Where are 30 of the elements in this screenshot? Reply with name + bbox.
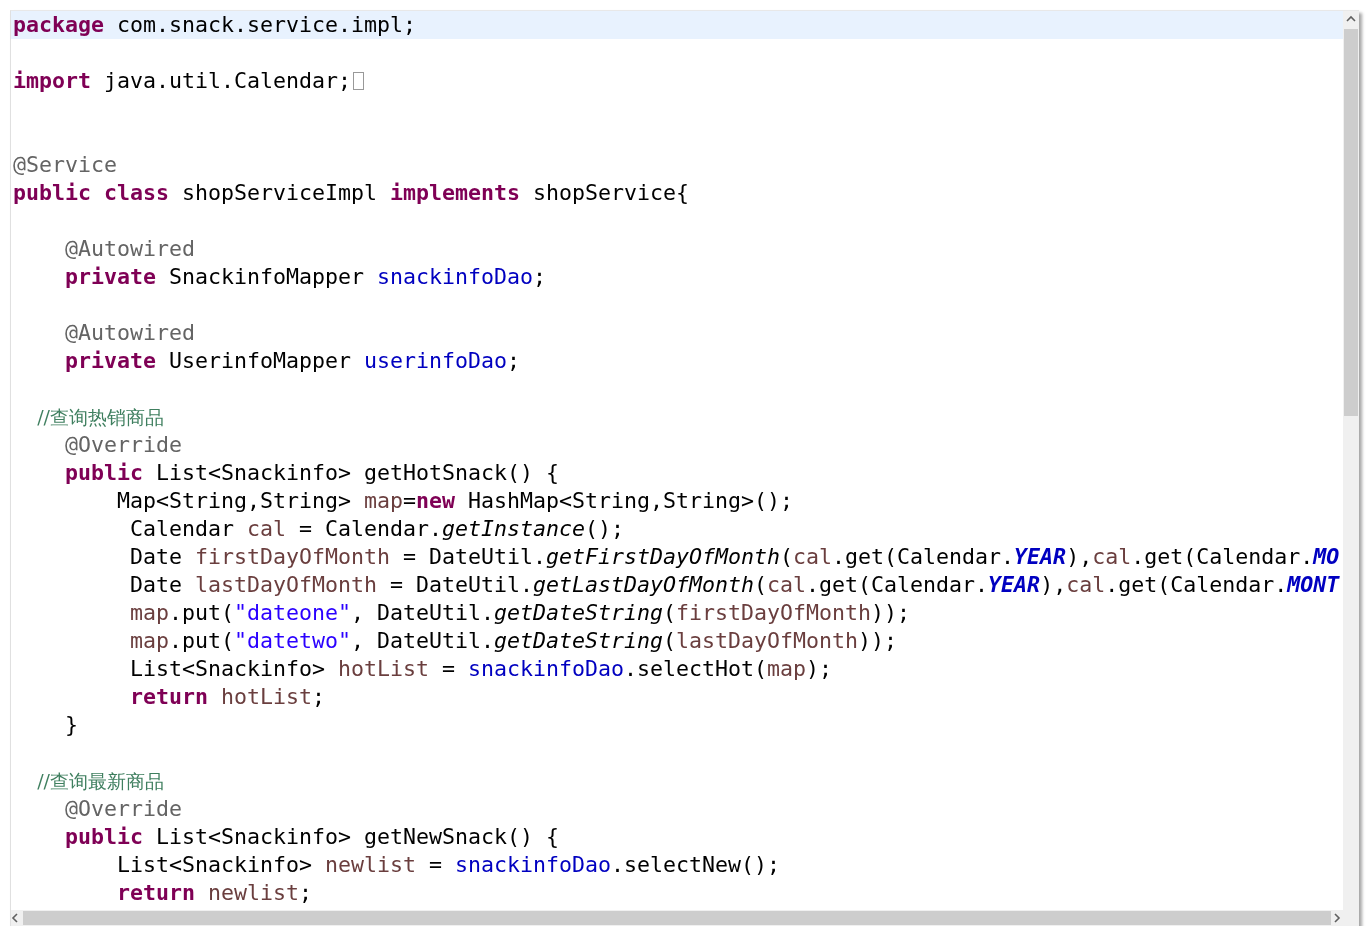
code-line: public List<Snackinfo> getHotSnack() { xyxy=(64,459,560,487)
scrollbar-thumb[interactable] xyxy=(1344,29,1358,416)
code-line: //查询最新商品 xyxy=(36,769,164,794)
code-line: @Service xyxy=(13,151,117,179)
code-line: Map<String,String> map=new HashMap<String,String>(); xyxy=(116,487,794,515)
vertical-scrollbar[interactable] xyxy=(1343,11,1359,910)
code-line: Date firstDayOfMonth = DateUtil.getFirstDayOfMonth(cal.get(Calendar.YEAR),cal.get(Calendar.MO xyxy=(129,543,1340,571)
code-line: @Autowired xyxy=(64,235,195,263)
code-line: return hotList; xyxy=(129,683,326,711)
code-line: List<Snackinfo> hotList = snackinfoDao.selectHot(map); xyxy=(129,655,833,683)
code-line: @Autowired xyxy=(64,319,195,347)
code-line: package com.snack.service.impl; xyxy=(13,11,417,39)
code-line: private UserinfoMapper userinfoDao; xyxy=(64,347,521,375)
scroll-right-icon[interactable] xyxy=(1333,913,1343,923)
code-line: return newlist; xyxy=(116,879,313,907)
code-line: public List<Snackinfo> getNewSnack() { xyxy=(64,823,560,851)
folded-code-icon[interactable] xyxy=(353,72,365,90)
code-line: @Override xyxy=(64,795,182,823)
code-line: @Override xyxy=(64,431,182,459)
code-line: public class shopServiceImpl implements shopService{ xyxy=(13,179,690,207)
code-line: List<Snackinfo> newlist = snackinfoDao.selectNew(); xyxy=(116,851,781,879)
code-line: Date lastDayOfMonth = DateUtil.getLastDayOfMonth(cal.get(Calendar.YEAR),cal.get(Calendar.MONT xyxy=(129,571,1340,599)
code-line: map.put("datetwo", DateUtil.getDateString(lastDayOfMonth)); xyxy=(129,627,898,655)
scroll-left-icon[interactable] xyxy=(11,913,21,923)
code-line: map.put("dateone", DateUtil.getDateString(firstDayOfMonth)); xyxy=(129,599,911,627)
code-line: } xyxy=(64,711,78,739)
code-line: private SnackinfoMapper snackinfoDao; xyxy=(64,263,547,291)
code-line: //查询热销商品 xyxy=(36,405,164,430)
code-line: Calendar cal = Calendar.getInstance(); xyxy=(129,515,625,543)
code-line: import java.util.Calendar; xyxy=(13,67,352,95)
